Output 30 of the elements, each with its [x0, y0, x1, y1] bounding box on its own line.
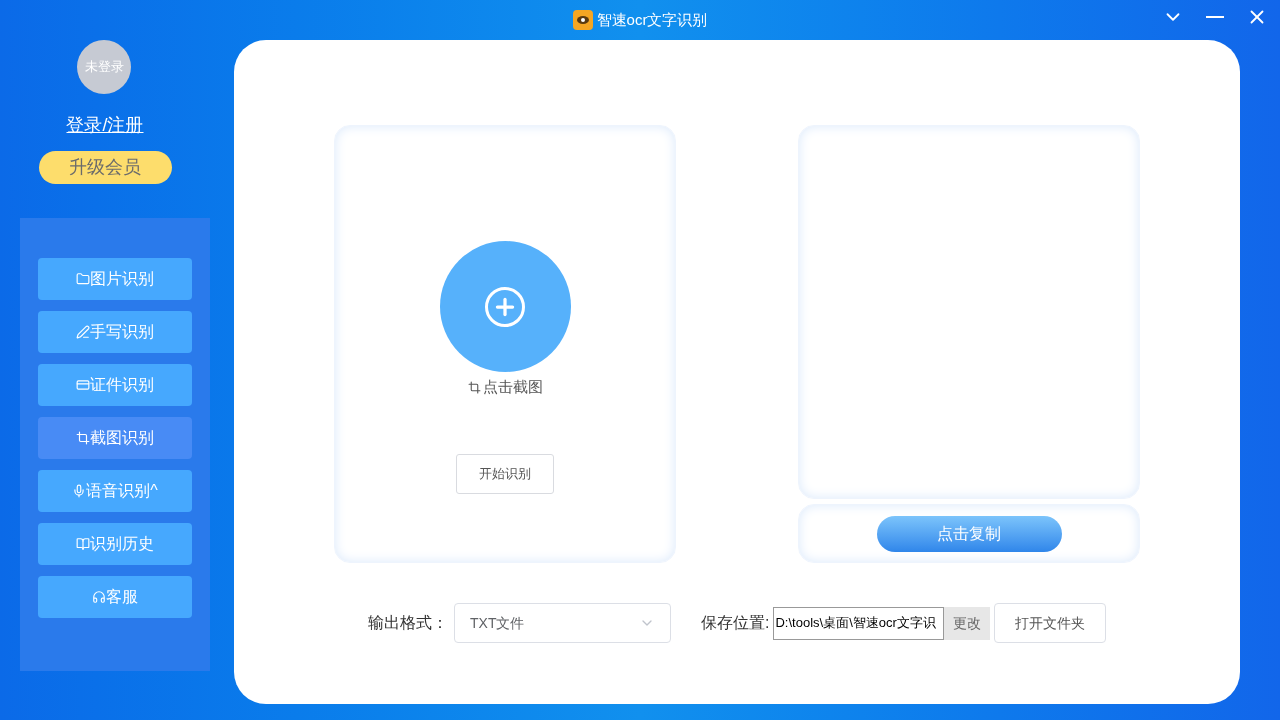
book-icon [76, 537, 90, 551]
save-label: 保存位置: [701, 613, 770, 633]
pen-icon [76, 325, 90, 339]
nav-item[interactable]: 证件识别 [38, 364, 192, 406]
card-icon [76, 378, 90, 392]
nav-item[interactable]: 客服 [38, 576, 192, 618]
plus-icon [485, 286, 525, 327]
open-folder-button[interactable]: 打开文件夹 [994, 603, 1107, 643]
nav-item[interactable]: 截图识别 [38, 417, 192, 459]
start-button[interactable]: 开始识别 [456, 453, 554, 494]
change-button[interactable]: 更改 [944, 606, 991, 640]
nav-item[interactable]: 图片识别 [38, 258, 192, 300]
app-logo-icon [572, 10, 593, 30]
nav-item[interactable]: 手写识别 [38, 311, 192, 353]
crop-icon [76, 431, 90, 445]
copy-button[interactable]: 点击复制 [876, 515, 1062, 552]
window-title: 智速ocr文字识别 [596, 9, 708, 30]
microphone-icon [72, 484, 87, 498]
crop-icon [467, 380, 481, 394]
minimize-icon [1206, 16, 1224, 18]
nav-item[interactable]: 语音识别^ [38, 470, 192, 512]
login-link[interactable]: 登录/注册 [66, 112, 144, 139]
capture-label[interactable]: 点击截图 [482, 376, 543, 399]
upgrade-button[interactable]: 升级会员 [38, 151, 172, 184]
format-select[interactable]: TXT文件 [454, 603, 671, 643]
format-label: 输出格式： [368, 613, 448, 633]
folder-icon [76, 272, 90, 286]
nav-item[interactable]: 识别历史 [38, 523, 192, 565]
save-path-field[interactable]: D:\tools\桌面\智速ocr文字识 [773, 606, 945, 640]
headset-icon [92, 590, 106, 604]
